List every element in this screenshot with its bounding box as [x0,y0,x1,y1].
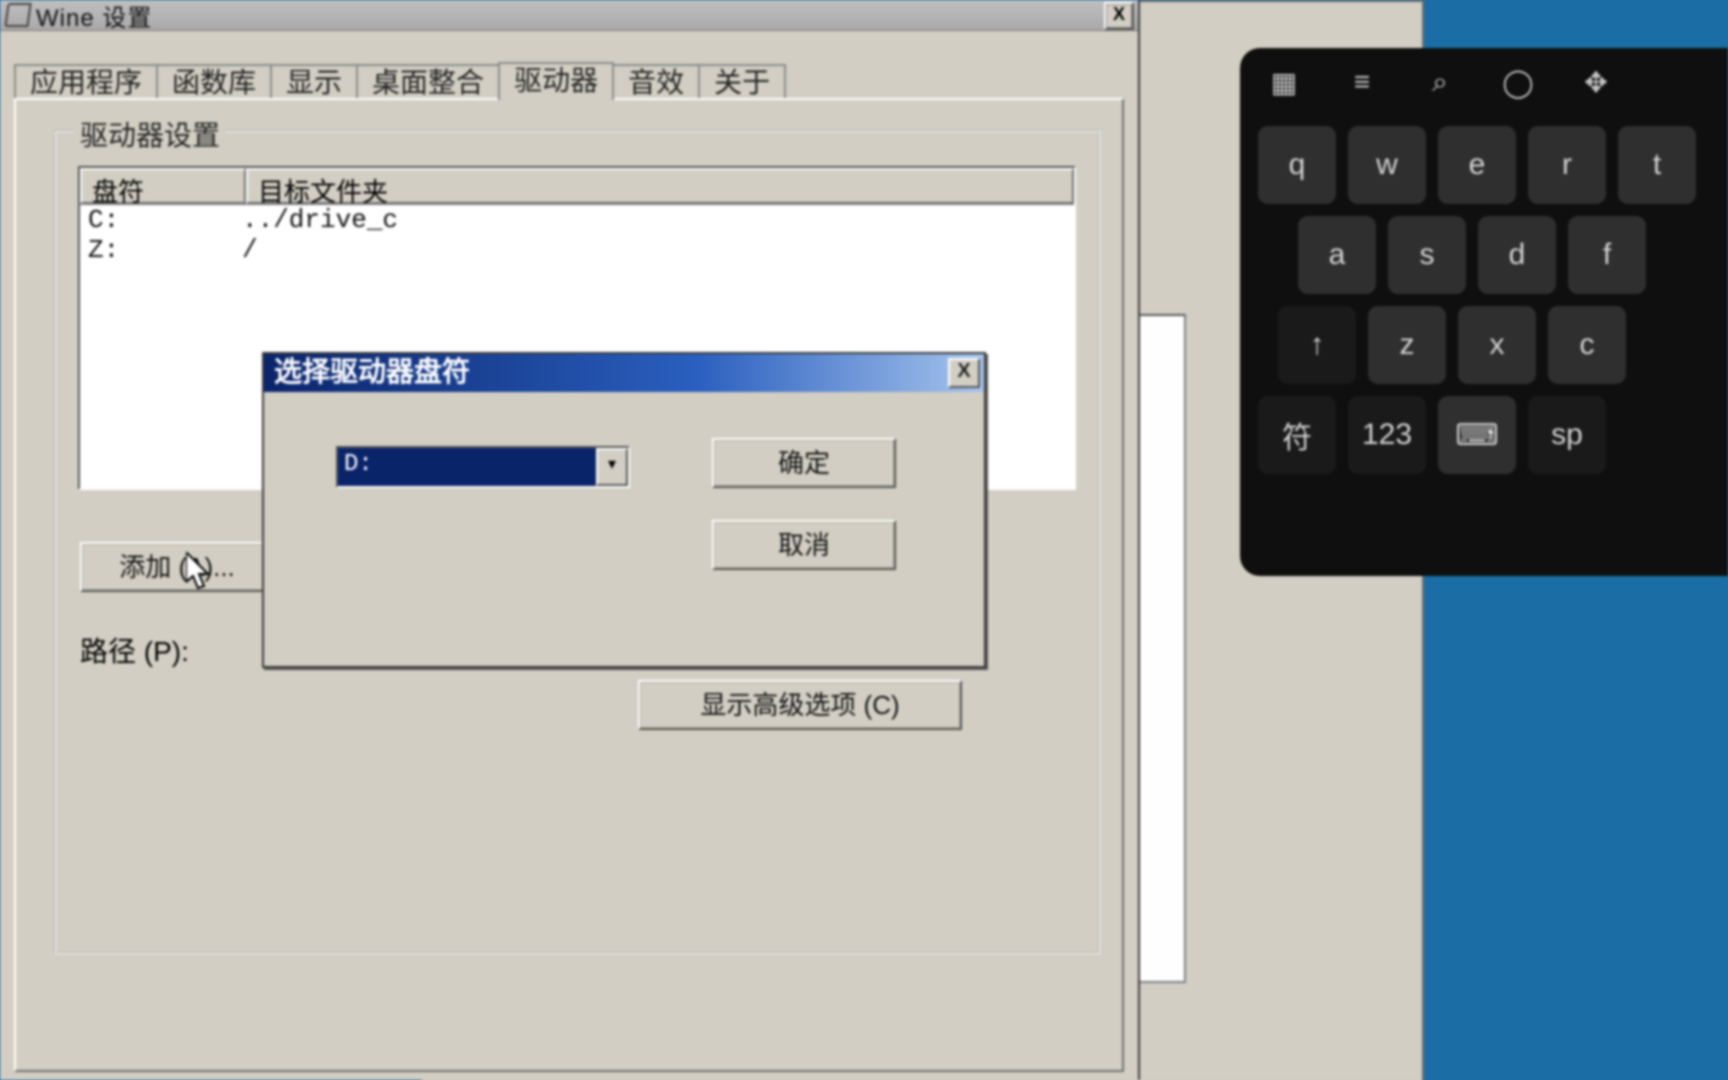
key-s[interactable]: s [1388,216,1466,294]
dialog-titlebar[interactable]: 选择驱动器盘符 X [264,354,984,392]
key-q[interactable]: q [1258,126,1336,204]
select-value: D: [338,448,596,486]
drive-letter-select[interactable]: D: ▾ [336,446,630,488]
key-w[interactable]: w [1348,126,1426,204]
cell-letter: Z: [88,235,242,265]
cell-letter: C: [88,205,242,235]
close-icon[interactable]: X [948,358,980,388]
table-row[interactable]: Z: / [80,235,1074,265]
add-drive-button[interactable]: 添加 (A)... [80,542,274,592]
advanced-button[interactable]: 显示高级选项 (C) [638,680,962,730]
key-f[interactable]: f [1568,216,1646,294]
tab-display[interactable]: 显示 [270,64,358,98]
cell-target: / [242,235,258,265]
key-shift[interactable]: ↑ [1278,306,1356,384]
tab-libraries[interactable]: 函数库 [156,64,272,98]
col-letter[interactable]: 盘符 [80,168,246,204]
tab-strip: 应用程序 函数库 显示 桌面整合 驱动器 音效 关于 [14,62,784,96]
key-d[interactable]: d [1478,216,1556,294]
cancel-button[interactable]: 取消 [712,520,896,570]
ok-button[interactable]: 确定 [712,438,896,488]
tab-about[interactable]: 关于 [698,64,786,98]
key-r[interactable]: r [1528,126,1606,204]
tab-applications[interactable]: 应用程序 [14,64,158,98]
search-icon[interactable]: ⌕ [1424,66,1456,98]
window-title: Wine 设置 [36,0,152,33]
key-e[interactable]: e [1438,126,1516,204]
circle-icon[interactable]: ◯ [1502,66,1534,98]
key-c[interactable]: c [1548,306,1626,384]
key-symbol[interactable]: 符 [1258,396,1336,474]
key-z[interactable]: z [1368,306,1446,384]
cell-target: ../drive_c [242,205,398,235]
group-label: 驱动器设置 [74,114,226,154]
key-t[interactable]: t [1618,126,1696,204]
tab-desktop[interactable]: 桌面整合 [356,64,500,98]
onscreen-keyboard: ▦ ≡ ⌕ ◯ ✥ q w e r t a s d f ↑ z x c 符 12… [1240,48,1728,576]
chevron-down-icon[interactable]: ▾ [596,448,628,486]
menu-icon[interactable]: ≡ [1346,66,1378,98]
table-row[interactable]: C: ../drive_c [80,205,1074,235]
key-numeric[interactable]: 123 [1348,396,1426,474]
dialog-title: 选择驱动器盘符 [274,356,470,387]
key-keyboard-icon[interactable]: ⌨ [1438,396,1516,474]
path-label: 路径 (P): [80,630,189,670]
tab-audio[interactable]: 音效 [612,64,700,98]
key-space[interactable]: sp [1528,396,1606,474]
key-x[interactable]: x [1458,306,1536,384]
titlebar[interactable]: Wine 设置 X [0,0,1138,31]
close-icon[interactable]: X [1104,2,1134,30]
wine-icon [4,3,31,27]
move-icon[interactable]: ✥ [1580,66,1612,98]
grid-icon[interactable]: ▦ [1268,66,1300,98]
list-header: 盘符 目标文件夹 [80,168,1074,205]
key-a[interactable]: a [1298,216,1376,294]
drive-letter-dialog: 选择驱动器盘符 X D: ▾ 确定 取消 [262,352,986,668]
tab-drives[interactable]: 驱动器 [498,62,614,100]
col-target[interactable]: 目标文件夹 [246,168,1074,204]
